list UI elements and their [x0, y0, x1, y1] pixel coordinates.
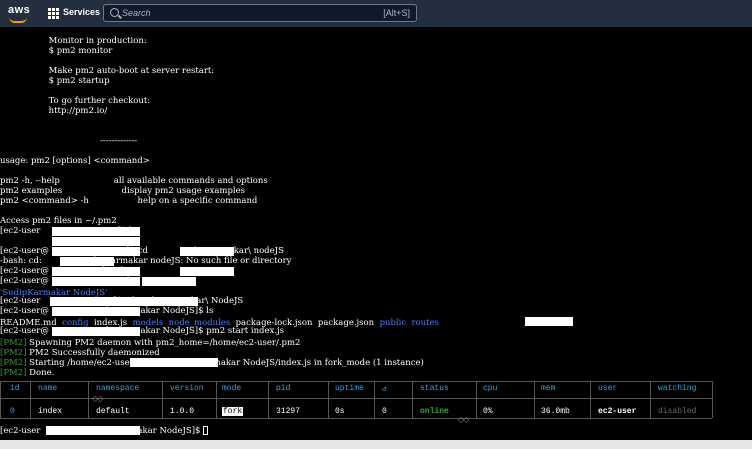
table-cell: 0% — [483, 407, 493, 416]
aws-console-header: aws Services Search [Alt+S] — [0, 0, 752, 27]
table-cell: index — [38, 407, 63, 416]
redaction — [52, 237, 140, 246]
services-grid-icon[interactable] — [48, 8, 59, 19]
table-cell: 36.0mb — [541, 407, 570, 416]
column-resize-icon[interactable]: ◇◇ — [458, 415, 469, 424]
table-header: pid — [276, 384, 291, 393]
redaction — [142, 277, 196, 286]
column-resize-icon[interactable]: ◇◇ — [92, 394, 103, 403]
table-header: ↺ — [382, 385, 387, 394]
table-cell: 0s — [335, 407, 345, 416]
aws-logo[interactable]: aws — [8, 4, 31, 23]
pm2-log-2: [PM2] PM2 Successfully daemonized — [0, 348, 160, 358]
terminal-line: http://pm2.io/ — [0, 106, 108, 116]
terminal-line: Monitor in production: — [0, 36, 147, 46]
redaction — [52, 277, 140, 286]
terminal-line: -bash: cd: SudipKarmakar nodeJS: No such… — [0, 256, 292, 266]
redaction — [130, 358, 218, 367]
terminal-line: ------------- — [0, 136, 138, 146]
terminal-output[interactable]: Monitor in production: $ pm2 monitor Mak… — [0, 27, 752, 440]
table-header: version — [170, 384, 204, 393]
table-cell: online — [420, 407, 449, 416]
redaction — [180, 247, 234, 256]
table-header: status — [420, 384, 449, 393]
table-cell: fork — [222, 407, 244, 416]
terminal-line: $ pm2 monitor — [0, 46, 113, 56]
table-header: mode — [222, 384, 242, 393]
terminal-line: $ pm2 startup — [0, 76, 110, 86]
terminal-line: Access pm2 files in ~/.pm2 — [0, 216, 117, 226]
table-header: watching — [658, 384, 697, 393]
table-header: namespace — [96, 384, 140, 393]
terminal-line: To go further checkout: — [0, 96, 151, 106]
redaction — [52, 227, 140, 236]
terminal-line: Make pm2 auto-boot at server restart: — [0, 66, 215, 76]
terminal-line: pm2 examples display pm2 usage examples — [0, 186, 246, 196]
table-cell: 0 — [10, 407, 15, 416]
terminal-line: [ec2-user@ ~]$ cd SudipKarmakar\ nodeJS — [0, 246, 284, 256]
terminal-cursor — [203, 426, 209, 435]
pm2-log-4: [PM2] Done. — [0, 368, 55, 378]
search-icon — [110, 8, 119, 17]
table-cell: disabled — [658, 407, 697, 416]
redaction — [50, 297, 198, 306]
redaction — [525, 317, 573, 326]
table-cell: default — [96, 407, 130, 416]
search-input[interactable]: Search [Alt+S] — [103, 4, 417, 22]
search-shortcut: [Alt+S] — [383, 8, 410, 18]
table-cell: 31297 — [276, 407, 301, 416]
redaction — [52, 267, 140, 276]
aws-logo-text: aws — [8, 4, 31, 16]
table-header: mem — [541, 384, 556, 393]
redaction — [180, 267, 234, 276]
terminal-line: pm2 -h, --help all available commands an… — [0, 176, 268, 186]
pm2-log-1: [PM2] Spawning PM2 daemon with pm2_home=… — [0, 338, 301, 348]
services-menu-button[interactable]: Services — [63, 7, 100, 17]
table-header: uptime — [335, 384, 364, 393]
redaction — [46, 426, 140, 435]
redaction — [60, 257, 114, 266]
search-placeholder: Search — [122, 8, 151, 18]
table-header: user — [598, 384, 618, 393]
table-header: id — [10, 384, 20, 393]
terminal-line: pm2 <command> -h help on a specific comm… — [0, 196, 258, 206]
table-header: name — [38, 384, 58, 393]
redaction — [52, 247, 140, 256]
table-header: cpu — [483, 384, 498, 393]
redaction — [52, 327, 140, 336]
table-cell: 0 — [382, 407, 387, 416]
pm2-process-table: ◇◇ ◇◇ id name namespace version mode pid uptim… — [0, 381, 752, 424]
aws-smile-icon — [9, 17, 27, 23]
redaction — [52, 307, 140, 316]
terminal-line: usage: pm2 [options] <command> — [0, 156, 150, 166]
status-bar — [0, 440, 752, 449]
table-cell: 1.0.0 — [170, 407, 195, 416]
table-cell: ec2-user — [598, 407, 637, 416]
